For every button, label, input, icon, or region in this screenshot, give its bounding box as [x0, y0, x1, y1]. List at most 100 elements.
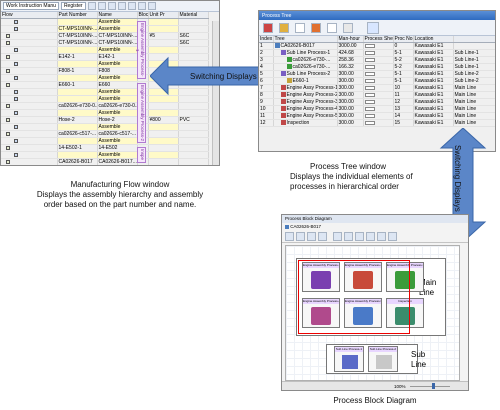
pb-canvas[interactable]: Main Line Engine Assembly Process-1 Engin… [285, 245, 460, 381]
mf-row[interactable]: Assemble [1, 18, 209, 26]
mf-row[interactable]: CT-MPS10INN-... CT-MPS10INN-... ¥5 S6C [1, 32, 209, 40]
assembly-flow-icon[interactable] [14, 138, 18, 143]
pt-row[interactable]: 1 CA02626-B017 3000.00 0 Kawasaki E1 [259, 42, 495, 50]
block-tab-1[interactable]: Engine Assembly Process-1 [135, 21, 146, 79]
process-sheet-icon[interactable] [364, 78, 375, 83]
process-sheet-icon[interactable] [364, 43, 375, 48]
process-sheet-icon[interactable] [364, 57, 375, 62]
cut-icon[interactable] [87, 2, 96, 10]
pb-tool-4[interactable] [318, 232, 327, 241]
pt-row[interactable]: 3 ca02626-e730-... 258.36 5-2 Kawasaki E1 Sub… [259, 56, 495, 64]
part-flow-icon[interactable] [6, 131, 10, 136]
process-node-icon[interactable] [286, 57, 292, 63]
up-icon[interactable] [127, 2, 136, 10]
pb-tool-10[interactable] [388, 232, 397, 241]
part-flow-icon[interactable] [6, 145, 10, 150]
sub-process-block[interactable]: Sub Line Process-2 [368, 346, 398, 372]
assembly-flow-icon[interactable] [14, 96, 18, 101]
mf-row[interactable]: Assemble [1, 137, 209, 145]
assembly-flow-icon[interactable] [14, 26, 18, 31]
block-tab-2[interactable]: Engine Assembly Process-2 [137, 83, 146, 143]
mf-row[interactable]: ca02626-e730-0... ca02626-e730-0... [1, 102, 209, 110]
down-icon[interactable] [137, 2, 146, 10]
pt-row[interactable]: 9 Engine Assy Process-3 300.00 12 Kawasaki E… [259, 98, 495, 106]
process-sheet-icon[interactable] [364, 106, 375, 111]
process-node-icon[interactable] [280, 85, 286, 91]
part-flow-icon[interactable] [6, 159, 10, 164]
pt-row[interactable]: 12 Inspection 300.00 15 Kawasaki E1 Main Line [259, 119, 495, 127]
pb-tool-3[interactable] [307, 232, 316, 241]
mf-row[interactable]: Hose-2 Hose-2 ¥800 PVC [1, 116, 209, 124]
paste-icon[interactable] [107, 2, 116, 10]
pt-tool-icon-3[interactable] [295, 22, 305, 33]
process-sheet-icon[interactable] [364, 64, 375, 69]
process-node-icon[interactable] [286, 78, 292, 84]
assembly-flow-icon[interactable] [14, 110, 18, 115]
process-sheet-icon[interactable] [364, 113, 375, 118]
part-flow-icon[interactable] [6, 54, 10, 59]
part-flow-icon[interactable] [6, 33, 10, 38]
process-sheet-icon[interactable] [364, 50, 375, 55]
pt-tool-icon-1[interactable] [263, 22, 273, 33]
process-node-icon[interactable] [274, 43, 280, 49]
process-node-icon[interactable] [280, 92, 286, 98]
process-sheet-icon[interactable] [364, 85, 375, 90]
part-flow-icon[interactable] [6, 82, 10, 87]
pt-col-index[interactable]: Index [259, 36, 274, 43]
assembly-flow-icon[interactable] [14, 89, 18, 94]
pt-row[interactable]: 8 Engine Assy Process-2 300.00 11 Kawasaki E… [259, 91, 495, 99]
process-node-icon[interactable] [280, 71, 286, 77]
pb-zoom-handle[interactable] [432, 383, 435, 389]
sub-process-block[interactable]: Sub Line Process-1 [334, 346, 364, 372]
assembly-flow-icon[interactable] [14, 47, 18, 52]
assembly-flow-icon[interactable] [14, 152, 18, 157]
wrench-icon[interactable] [147, 2, 156, 10]
part-flow-icon[interactable] [6, 103, 10, 108]
pt-row[interactable]: 4 ca02626-e730-... 166.32 5-2 Kawasaki E1 Sub… [259, 63, 495, 71]
process-node-icon[interactable] [280, 50, 286, 56]
mf-row[interactable]: Assemble [1, 123, 209, 131]
process-sheet-icon[interactable] [364, 99, 375, 104]
part-flow-icon[interactable] [6, 40, 10, 45]
pt-row[interactable]: 10 Engine Assy Process-4 300.00 13 Kawasaki … [259, 105, 495, 113]
mf-row[interactable]: ca02626-c517-... ca02626-c517-... [1, 130, 209, 138]
mf-row[interactable]: CT-MPS10INN-... Assemble [1, 25, 209, 33]
process-sheet-icon[interactable] [364, 92, 375, 97]
mf-view-dropdown[interactable]: Work Instruction Manu [3, 2, 59, 10]
assembly-flow-icon[interactable] [14, 124, 18, 129]
process-sheet-icon[interactable] [364, 71, 375, 76]
pt-row[interactable]: 11 Engine Assy Process-5 300.00 14 Kawasaki … [259, 112, 495, 120]
pt-col-manhour[interactable]: Man-hour [337, 36, 364, 43]
pt-row[interactable]: 2 Sub Line Process-1 424.68 5-1 Kawasaki E1 S… [259, 49, 495, 57]
pt-tool-icon-4[interactable] [311, 22, 321, 33]
process-node-icon[interactable] [280, 99, 286, 105]
pb-zoom-slider[interactable] [410, 386, 450, 387]
process-node-icon[interactable] [280, 113, 286, 119]
pt-tool-icon-2[interactable] [279, 22, 289, 33]
pb-tool-6[interactable] [344, 232, 353, 241]
pb-tool-7[interactable] [355, 232, 364, 241]
assembly-flow-icon[interactable] [14, 61, 18, 66]
pb-tool-5[interactable] [333, 232, 342, 241]
mf-row[interactable]: Assemble [1, 109, 209, 117]
process-node-icon[interactable] [286, 64, 292, 70]
pt-col-sheet[interactable]: Process Sheet [363, 36, 394, 43]
pt-row[interactable]: 5 Sub Line Process-2 300.00 5-1 Kawasaki E1 S… [259, 70, 495, 78]
pb-tool-2[interactable] [296, 232, 305, 241]
pb-tool-9[interactable] [377, 232, 386, 241]
process-node-icon[interactable] [280, 120, 286, 126]
mf-row[interactable]: Assemble [1, 151, 209, 159]
register-button[interactable]: Register [60, 2, 86, 10]
col-block[interactable]: Block [137, 12, 149, 19]
delete-icon[interactable] [117, 2, 126, 10]
mf-row[interactable]: CT-MPS10INN-... CT-MPS10INN-... S6C [1, 39, 209, 47]
mf-row[interactable]: 14-E502-1 14-E502 [1, 144, 209, 152]
part-flow-icon[interactable] [6, 117, 10, 122]
mf-row[interactable]: Assemble [1, 46, 209, 54]
pt-col-procno[interactable]: Proc No. [393, 36, 414, 43]
block-tab-3[interactable]: Inspe [137, 147, 146, 163]
copy-icon[interactable] [97, 2, 106, 10]
pt-refresh-icon[interactable] [367, 21, 379, 34]
assembly-flow-icon[interactable] [14, 19, 18, 24]
pb-tool-1[interactable] [285, 232, 294, 241]
